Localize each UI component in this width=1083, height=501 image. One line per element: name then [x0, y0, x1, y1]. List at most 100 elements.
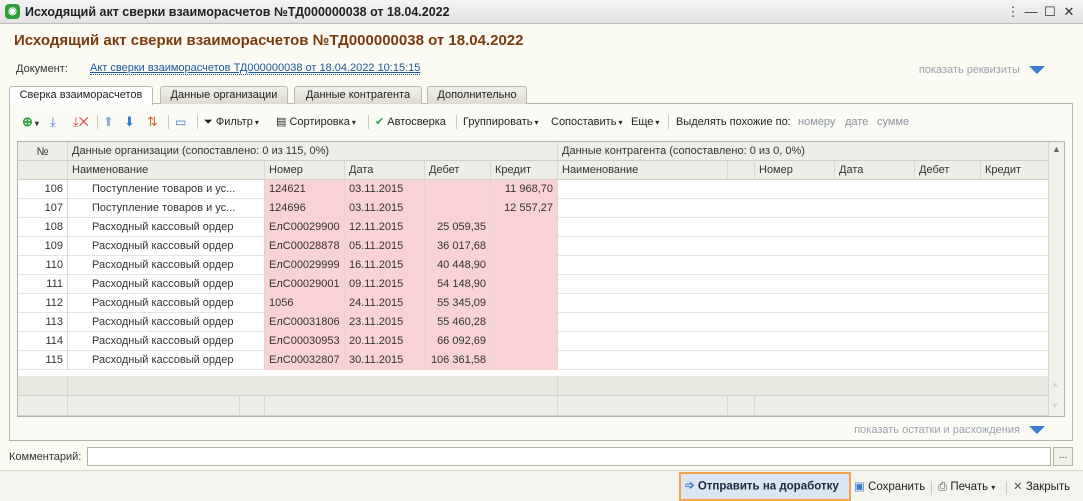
vertical-scrollbar[interactable]: ▲ ▵ ▿ — [1048, 142, 1064, 416]
chevron-down-icon — [1029, 426, 1045, 435]
footer-cell — [558, 396, 728, 416]
close-button[interactable]: ✕ Закрыть — [1013, 477, 1070, 497]
column-header-number[interactable]: Номер — [265, 161, 345, 180]
save-label: Сохранить — [868, 481, 926, 494]
group-button[interactable]: Группировать ▾ — [463, 111, 539, 133]
table-footer — [18, 396, 1064, 416]
send-for-revision-button[interactable]: ➩ Отправить на доработку — [679, 472, 851, 501]
add-row-icon[interactable]: ⊕ ▾ — [22, 111, 39, 133]
row-date: 03.11.2015 — [345, 199, 425, 218]
autocheck-label: Автосверка — [387, 116, 446, 128]
row-date: 05.11.2015 — [345, 237, 425, 256]
sort-arrows-icon[interactable]: ⇅ — [147, 111, 158, 133]
comment-icon[interactable]: ▭ — [175, 111, 186, 133]
window-titlebar: ◉ Исходящий акт сверки взаиморасчетов №Т… — [0, 0, 1083, 24]
footer-cell — [18, 376, 68, 396]
table-row[interactable]: 114 Расходный кассовый ордер ЕлС00030953… — [18, 332, 1064, 351]
row-name: Расходный кассовый ордер — [68, 256, 265, 275]
table-row[interactable]: 113 Расходный кассовый ордер ЕлС00031806… — [18, 313, 1064, 332]
highlight-label: Выделять похожие по: — [676, 116, 791, 128]
up-arrow-icon[interactable]: ⬆ — [103, 111, 114, 133]
highlight-by-sum[interactable]: сумме — [877, 111, 909, 133]
table-row[interactable]: 108 Расходный кассовый ордер ЕлС00029900… — [18, 218, 1064, 237]
column-header-date[interactable]: Дата — [345, 161, 425, 180]
row-doc-number: ЕлС00030953 — [265, 332, 345, 351]
table-header: Наименование Номер Дата Дебет Кредит Наи… — [18, 161, 1064, 180]
footer-cell — [755, 396, 1050, 416]
row-number: 113 — [18, 313, 68, 332]
column-header-credit[interactable]: Кредит — [491, 161, 558, 180]
row-name: Расходный кассовый ордер — [68, 332, 265, 351]
table-row[interactable]: 112 Расходный кассовый ордер 1056 24.11.… — [18, 294, 1064, 313]
delete-row-icon[interactable]: ⤓✕ — [73, 111, 89, 133]
more-icon[interactable]: ⋮ — [1003, 2, 1023, 22]
cp-column-header-name[interactable]: Наименование — [558, 161, 728, 180]
match-button[interactable]: Сопоставить ▾ — [551, 111, 622, 133]
table-row[interactable]: 106 Поступление товаров и ус... 124621 0… — [18, 180, 1064, 199]
more-button[interactable]: Еще ▾ — [631, 111, 659, 133]
row-date: 03.11.2015 — [345, 180, 425, 199]
cp-column-header-credit[interactable]: Кредит — [981, 161, 1050, 180]
print-button[interactable]: ⎙ Печать ▾ — [938, 477, 995, 497]
row-credit — [491, 313, 558, 332]
move-down-icon[interactable]: ⤓ — [50, 111, 56, 133]
row-doc-number: ЕлС00028878 — [265, 237, 345, 256]
highlight-by-date[interactable]: дате — [845, 111, 868, 133]
row-debit: 25 059,35 — [425, 218, 491, 237]
row-number: 112 — [18, 294, 68, 313]
save-button[interactable]: ▣ Сохранить — [854, 477, 925, 497]
column-header-name[interactable]: Наименование — [68, 161, 265, 180]
cp-column-header-number[interactable]: Номер — [755, 161, 835, 180]
double-check-icon: ✔ — [375, 116, 388, 128]
toolbar-divider — [931, 481, 932, 495]
tab-additional[interactable]: Дополнительно — [427, 86, 527, 104]
sort-button[interactable]: ▤ Сортировка ▾ — [276, 111, 356, 133]
show-remainders-link[interactable]: показать остатки и расхождения — [854, 424, 1045, 436]
comment-expand-button[interactable]: ... — [1053, 447, 1073, 466]
show-details-link[interactable]: показать реквизиты — [919, 64, 1045, 76]
minimize-icon[interactable]: — — [1021, 2, 1041, 22]
close-label: Закрыть — [1025, 481, 1071, 494]
filter-button[interactable]: ⏷ Фильтр ▾ — [204, 111, 259, 133]
chevron-down-icon — [1029, 66, 1045, 75]
row-name: Расходный кассовый ордер — [68, 313, 265, 332]
close-window-icon[interactable]: ✕ — [1059, 2, 1079, 22]
row-number: 107 — [18, 199, 68, 218]
column-header-no-spacer — [18, 161, 68, 180]
row-credit — [491, 294, 558, 313]
table-row[interactable]: 111 Расходный кассовый ордер ЕлС00029001… — [18, 275, 1064, 294]
scroll-up-icon[interactable]: ▲ — [1052, 144, 1061, 154]
chevron-down-icon: ▾ — [991, 483, 996, 493]
tab-organization-data[interactable]: Данные организации — [160, 86, 288, 104]
autocheck-button[interactable]: ✔ Автосверка — [375, 111, 446, 133]
row-number: 109 — [18, 237, 68, 256]
column-header-debit[interactable]: Дебет — [425, 161, 491, 180]
scroll-down-small-icon[interactable]: ▿ — [1053, 401, 1057, 410]
document-link[interactable]: Акт сверки взаиморасчетов ТД000000038 от… — [90, 62, 421, 75]
table-row[interactable]: 109 Расходный кассовый ордер ЕлС00028878… — [18, 237, 1064, 256]
row-doc-number: ЕлС00031806 — [265, 313, 345, 332]
table-row[interactable]: 107 Поступление товаров и ус... 124696 0… — [18, 199, 1064, 218]
send-arrow-icon: ➩ — [685, 480, 695, 492]
down-arrow-icon[interactable]: ⬇ — [124, 111, 135, 133]
tab-counterparty-data[interactable]: Данные контрагента — [294, 86, 422, 104]
tab-reconciliation[interactable]: Сверка взаиморасчетов — [9, 86, 153, 105]
cp-column-header-date[interactable]: Дата — [835, 161, 915, 180]
cp-column-header-spacer — [728, 161, 755, 180]
row-name: Расходный кассовый ордер — [68, 351, 265, 370]
highlight-by-number[interactable]: номеру — [798, 111, 835, 133]
table-row[interactable]: 110 Расходный кассовый ордер ЕлС00029999… — [18, 256, 1064, 275]
comment-input[interactable] — [87, 447, 1051, 466]
footer-cell — [558, 376, 1050, 396]
row-name: Расходный кассовый ордер — [68, 275, 265, 294]
maximize-icon[interactable]: ☐ — [1040, 2, 1060, 22]
table-row[interactable]: 115 Расходный кассовый ордер ЕлС00032807… — [18, 351, 1064, 370]
footer-cell — [68, 376, 558, 396]
row-name: Расходный кассовый ордер — [68, 237, 265, 256]
scroll-up-small-icon[interactable]: ▵ — [1053, 380, 1057, 389]
document-label: Документ: — [16, 63, 68, 75]
cp-column-header-debit[interactable]: Дебет — [915, 161, 981, 180]
footer-cell — [265, 396, 558, 416]
row-number: 110 — [18, 256, 68, 275]
row-credit — [491, 218, 558, 237]
